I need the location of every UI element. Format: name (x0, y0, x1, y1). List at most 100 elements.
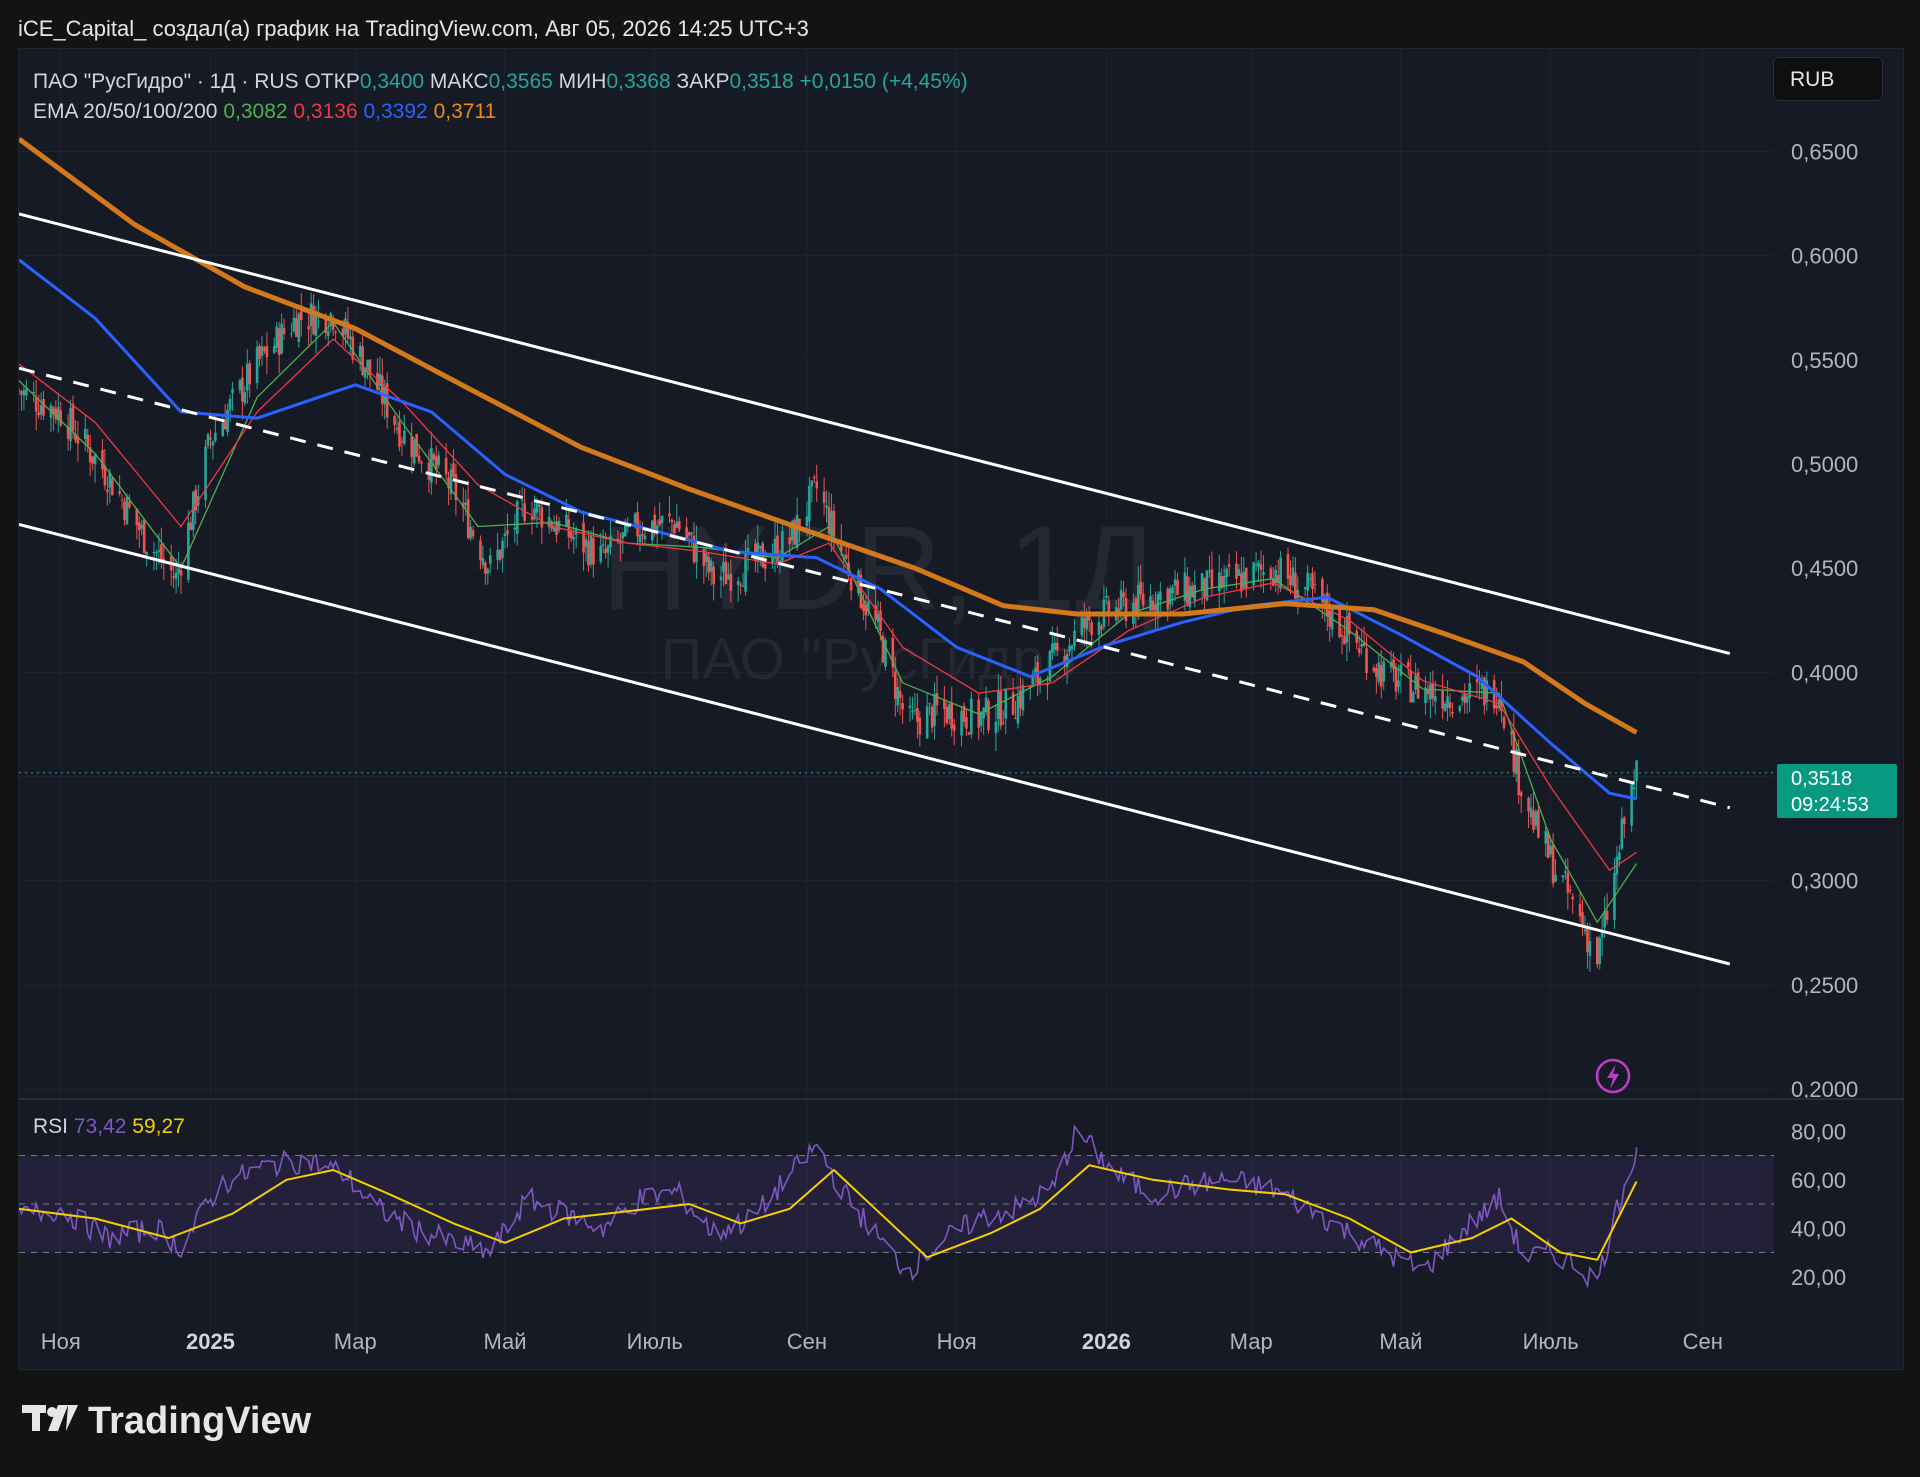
price-axis-label: 0,4500 (1791, 556, 1858, 581)
candle-body (223, 419, 227, 430)
price-chart-svg[interactable]: HYDR, 1ДПАО "РусГидро"0,65000,60000,5500… (19, 49, 1903, 1369)
candle-body (1168, 588, 1172, 605)
candle-body (1159, 591, 1162, 600)
candle-body (1242, 571, 1246, 588)
close-value: 0,3518 (729, 70, 794, 93)
time-axis-label: Июль (627, 1329, 683, 1354)
candle-body (1561, 875, 1565, 878)
candle-body (1632, 787, 1636, 790)
candle-body (1411, 692, 1415, 703)
candle-body (1382, 661, 1386, 682)
candle-body (157, 550, 161, 552)
candle-body (93, 454, 97, 465)
candle-body (179, 570, 183, 576)
candle-body (140, 524, 144, 529)
candle-body (37, 412, 40, 416)
candle-body (675, 521, 679, 528)
candle-body (1397, 680, 1400, 688)
candle-body (918, 717, 922, 735)
currency-button[interactable]: RUB (1773, 57, 1883, 101)
price-axis-label: 0,5500 (1791, 348, 1858, 373)
candle-body (1429, 684, 1432, 700)
candle-body (677, 521, 681, 530)
candle-body (690, 532, 693, 535)
candle-body (876, 613, 880, 622)
candle-body (1205, 570, 1209, 601)
candle-body (812, 477, 816, 479)
candle-body (609, 535, 612, 548)
candle-body (1119, 589, 1123, 610)
candle-body (125, 496, 129, 525)
candle-body (1237, 569, 1241, 576)
candle-body (20, 391, 23, 395)
tradingview-logo-icon (22, 1400, 80, 1443)
bar-countdown: 09:24:53 (1791, 794, 1869, 816)
last-price-tag: 0,3518 09:24:53 (1777, 764, 1897, 818)
candle-body (901, 703, 904, 710)
candle-body (1166, 588, 1170, 610)
candle-body (1529, 807, 1533, 818)
time-axis-label: Сен (1683, 1329, 1723, 1354)
candle-body (763, 564, 767, 569)
candle-body (933, 693, 936, 726)
candle-body (1519, 792, 1523, 797)
candle-body (430, 448, 433, 483)
candle-body (1451, 712, 1454, 714)
ema-legend-row: EMA 20/50/100/200 0,3082 0,3136 0,3392 0… (33, 97, 968, 127)
candle-body (805, 516, 809, 526)
candle-body (1311, 572, 1314, 590)
candle-body (1105, 595, 1108, 598)
candle-body (83, 428, 87, 440)
candle-body (1068, 645, 1071, 652)
candle-body (1406, 662, 1410, 667)
candle-body (1016, 695, 1020, 724)
candle-body (1303, 587, 1307, 590)
symbol-name[interactable]: ПАО "РусГидро" · 1Д · RUS (33, 70, 299, 93)
candle-body (1227, 564, 1231, 567)
candle-body (427, 462, 431, 480)
candle-body (1001, 722, 1005, 724)
candle-body (241, 377, 244, 402)
candle-body (488, 555, 492, 564)
candle-body (59, 410, 63, 426)
candle-body (584, 539, 588, 548)
candle-body (825, 505, 828, 508)
candle-body (1635, 760, 1638, 782)
candle-body (707, 556, 711, 573)
candle-body (1240, 573, 1243, 592)
candle-body (658, 519, 661, 526)
candle-body (481, 558, 485, 566)
tradingview-logo[interactable]: TradingView (22, 1400, 311, 1443)
candle-body (484, 562, 487, 574)
chart-frame[interactable]: HYDR, 1Д ПАО "РусГидро" 0,6500 0,6000 0,5500… (18, 48, 1904, 1370)
close-label: ЗАКР (676, 70, 730, 93)
candle-body (417, 455, 421, 462)
candle-body (1259, 564, 1263, 570)
candle-body (530, 516, 534, 520)
candle-body (822, 491, 826, 503)
candle-body (19, 390, 21, 392)
rsi-label[interactable]: RSI (33, 1115, 68, 1138)
candle-body (670, 519, 674, 523)
candle-body (420, 462, 423, 464)
candle-body (174, 572, 178, 579)
candle-body (1588, 941, 1592, 956)
candle-body (189, 522, 193, 531)
lightning-icon[interactable] (1595, 1058, 1631, 1094)
candle-body (238, 380, 242, 391)
high-value: 0,3565 (488, 70, 553, 93)
candle-body (567, 519, 571, 538)
candle-body (1190, 585, 1194, 598)
candle-body (911, 711, 914, 713)
candle-body (172, 575, 175, 578)
candle-body (1097, 622, 1101, 635)
candle-body (299, 311, 303, 321)
candle-body (994, 721, 998, 734)
ema-label[interactable]: EMA 20/50/100/200 (33, 100, 217, 123)
candle-body (128, 502, 131, 508)
candle-body (709, 560, 713, 572)
ema100-value: 0,3392 (363, 100, 428, 123)
candle-body (120, 499, 124, 501)
candle-body (1082, 618, 1086, 628)
candle-body (204, 446, 207, 501)
